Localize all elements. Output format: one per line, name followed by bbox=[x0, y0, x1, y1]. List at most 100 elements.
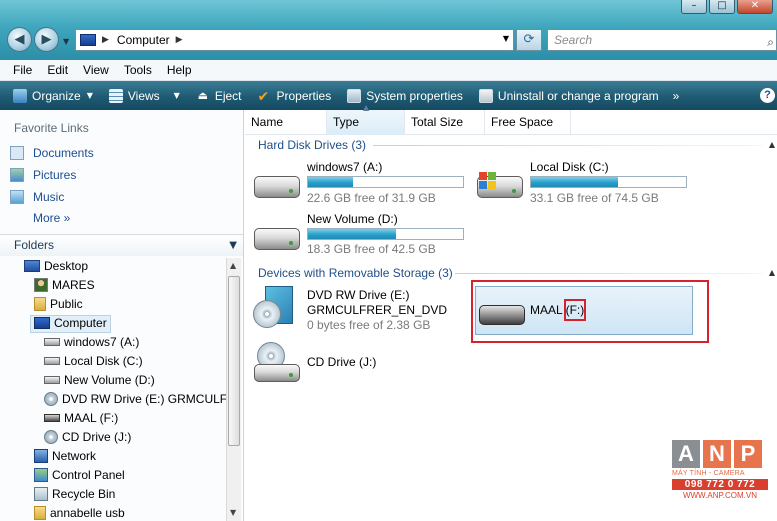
tree-item-local-disk[interactable]: Local Disk (C:) bbox=[44, 354, 143, 368]
breadcrumb-computer[interactable]: Computer bbox=[117, 33, 170, 47]
drive-letter-highlight bbox=[564, 299, 586, 321]
logo-phone: 098 772 0 772 bbox=[672, 479, 768, 490]
column-type[interactable]: Type bbox=[327, 110, 405, 135]
tree-scrollbar[interactable]: ▲ ▼ bbox=[226, 258, 241, 521]
tree-item-dvd-rw[interactable]: DVD RW Drive (E:) GRMCULFRI bbox=[44, 392, 239, 406]
tree-item-network[interactable]: Network bbox=[34, 449, 96, 463]
dvd-icon bbox=[44, 392, 58, 406]
column-free-space[interactable]: Free Space bbox=[485, 110, 571, 135]
anp-watermark-logo: A N P MÁY TÍNH - CAMERA 098 772 0 772 WW… bbox=[672, 440, 768, 515]
back-button[interactable]: ◀ bbox=[7, 27, 32, 52]
favorite-link-music[interactable]: Music bbox=[10, 190, 64, 204]
tree-item-new-volume[interactable]: New Volume (D:) bbox=[44, 373, 155, 387]
anp-logo-letters: A N P bbox=[672, 440, 768, 468]
address-bar[interactable]: ▶ Computer ▶ ▼ bbox=[75, 29, 514, 51]
folders-header[interactable]: Folders ▼ bbox=[0, 234, 243, 256]
more-links-button[interactable]: More » bbox=[33, 211, 70, 225]
eject-button[interactable]: ⏏ Eject bbox=[188, 81, 250, 110]
menu-help[interactable]: Help bbox=[167, 63, 192, 77]
refresh-button[interactable]: ⟳ bbox=[516, 29, 542, 51]
drive-name: New Volume (D:) bbox=[307, 212, 398, 226]
desktop-icon bbox=[24, 260, 40, 272]
capacity-bar-fill bbox=[308, 177, 353, 187]
tree-item-label: CD Drive (J:) bbox=[62, 430, 132, 444]
network-icon bbox=[34, 449, 48, 463]
scroll-down-icon[interactable]: ▼ bbox=[230, 508, 236, 517]
tree-item-cd-drive[interactable]: CD Drive (J:) bbox=[44, 430, 131, 444]
organize-button[interactable]: Organize ▼ bbox=[0, 81, 101, 110]
command-bar: Organize ▼ Views ▼ ⏏ Eject ✔ Properties … bbox=[0, 81, 777, 110]
scroll-up-icon[interactable]: ▲ bbox=[230, 261, 236, 270]
minimize-button[interactable]: – bbox=[681, 0, 707, 14]
favorite-links-header: Favorite Links bbox=[14, 121, 89, 135]
properties-button[interactable]: ✔ Properties bbox=[250, 81, 340, 110]
scrollbar-thumb[interactable] bbox=[228, 276, 240, 446]
group-divider bbox=[455, 273, 763, 274]
disc-label: GRMCULFRER_EN_DVD bbox=[307, 303, 448, 317]
views-button[interactable]: Views ▼ bbox=[101, 81, 188, 110]
views-icon bbox=[108, 88, 123, 103]
tree-item-maal[interactable]: MAAL (F:) bbox=[44, 411, 118, 425]
programs-icon bbox=[478, 88, 493, 103]
drive-name: DVD RW Drive (E:) bbox=[307, 288, 410, 302]
tree-item-recycle-bin[interactable]: Recycle Bin bbox=[34, 487, 115, 501]
drive-name: Local Disk (C:) bbox=[530, 160, 609, 174]
uninstall-button[interactable]: Uninstall or change a program bbox=[471, 81, 667, 110]
collapse-group-icon[interactable]: ▲ bbox=[769, 268, 775, 277]
column-name[interactable]: Name bbox=[245, 110, 327, 135]
tree-item-windows7[interactable]: windows7 (A:) bbox=[44, 335, 139, 349]
tree-item-mares[interactable]: MARES bbox=[34, 278, 95, 292]
system-properties-button[interactable]: System properties bbox=[339, 81, 471, 110]
tree-item-label: MARES bbox=[52, 278, 95, 292]
chevron-down-icon: ▼ bbox=[173, 91, 180, 100]
favorite-link-label: Music bbox=[33, 190, 65, 204]
uninstall-label: Uninstall or change a program bbox=[497, 88, 659, 103]
tree-item-public[interactable]: Public bbox=[34, 297, 83, 311]
help-icon[interactable]: ? bbox=[760, 88, 775, 103]
collapse-group-icon[interactable]: ▲ bbox=[769, 140, 775, 149]
address-dropdown-icon[interactable]: ▼ bbox=[503, 34, 509, 43]
title-bar: – □ ✕ ◀ ▶ ▼ ▶ Computer ▶ ▼ ⟳ Search ⌕ bbox=[0, 0, 777, 60]
dvd-icon bbox=[44, 430, 58, 444]
tree-item-annabelle-usb[interactable]: annabelle usb bbox=[34, 506, 125, 520]
menu-view[interactable]: View bbox=[83, 63, 109, 77]
search-input[interactable]: Search ⌕ bbox=[547, 29, 777, 51]
capacity-bar bbox=[530, 176, 687, 188]
menu-edit[interactable]: Edit bbox=[47, 63, 68, 77]
eject-label: Eject bbox=[214, 88, 242, 103]
chevron-down-icon: ▼ bbox=[86, 91, 93, 100]
group-hard-disk-drives[interactable]: Hard Disk Drives (3) bbox=[258, 138, 366, 152]
group-removable-storage[interactable]: Devices with Removable Storage (3) bbox=[258, 266, 453, 280]
column-total-size[interactable]: Total Size bbox=[405, 110, 485, 135]
favorite-link-pictures[interactable]: Pictures bbox=[10, 168, 76, 182]
breadcrumb-separator-icon[interactable]: ▶ bbox=[102, 35, 109, 45]
capacity-bar-fill bbox=[531, 177, 618, 187]
tree-item-label: Network bbox=[52, 449, 97, 463]
drive-icon bbox=[44, 338, 60, 346]
menu-tools[interactable]: Tools bbox=[124, 63, 152, 77]
recent-pages-chevron-icon[interactable]: ▼ bbox=[63, 37, 69, 46]
capacity-bar-fill bbox=[308, 229, 397, 239]
organize-icon bbox=[13, 88, 27, 103]
documents-icon bbox=[10, 146, 24, 160]
tree-item-label: Public bbox=[50, 297, 83, 311]
organize-label: Organize bbox=[32, 88, 81, 103]
search-icon[interactable]: ⌕ bbox=[767, 32, 774, 52]
favorite-link-label: Documents bbox=[33, 146, 94, 160]
favorite-link-documents[interactable]: Documents bbox=[10, 146, 94, 160]
forward-button[interactable]: ▶ bbox=[34, 27, 59, 52]
tree-item-control-panel[interactable]: Control Panel bbox=[34, 468, 125, 482]
drive-free-space: 33.1 GB free of 74.5 GB bbox=[530, 191, 659, 205]
maximize-button[interactable]: □ bbox=[709, 0, 735, 14]
pictures-icon bbox=[10, 168, 24, 182]
usb-drive-icon bbox=[44, 414, 60, 422]
tree-item-computer[interactable]: Computer bbox=[34, 316, 107, 330]
menu-file[interactable]: File bbox=[13, 63, 32, 77]
close-button[interactable]: ✕ bbox=[737, 0, 773, 14]
tree-item-desktop[interactable]: Desktop bbox=[24, 259, 88, 273]
computer-icon bbox=[34, 317, 50, 329]
tree-item-label: annabelle usb bbox=[50, 506, 125, 520]
menu-bar: File Edit View Tools Help bbox=[0, 60, 777, 81]
toolbar-overflow-button[interactable]: » bbox=[667, 81, 688, 110]
breadcrumb-separator-icon[interactable]: ▶ bbox=[176, 35, 183, 45]
